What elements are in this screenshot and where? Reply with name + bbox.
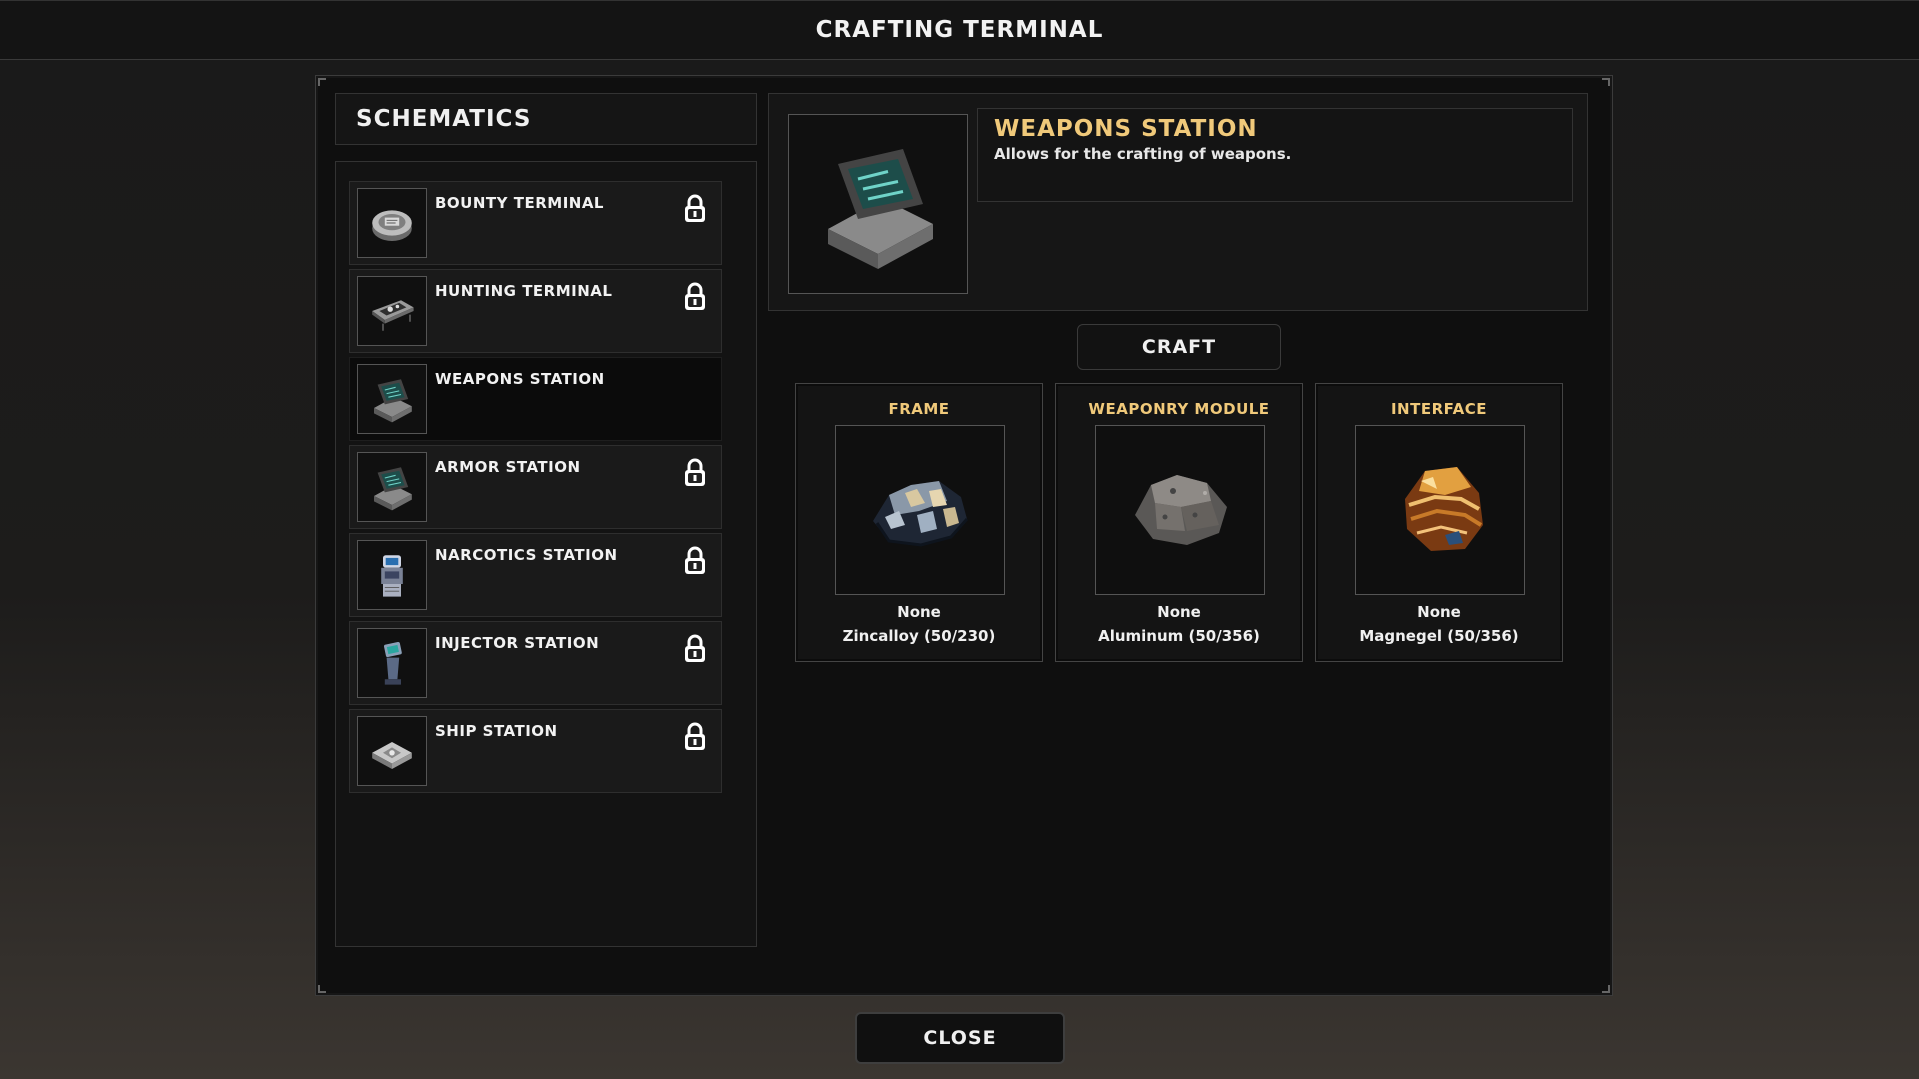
slot-material: Zincalloy (50/230) <box>842 627 996 645</box>
slot-title: WEAPONRY MODULE <box>1088 400 1270 418</box>
schematic-label: WEAPONS STATION <box>435 370 605 388</box>
schematic-item-hunting-terminal[interactable]: HUNTING TERMINAL <box>349 269 722 353</box>
schematic-label: BOUNTY TERMINAL <box>435 194 604 212</box>
weapons-station-icon <box>788 114 968 294</box>
window-title: CRAFTING TERMINAL <box>815 17 1104 43</box>
schematic-item-narcotics-station[interactable]: NARCOTICS STATION <box>349 533 722 617</box>
corner-decoration <box>1602 78 1610 86</box>
lock-icon <box>683 194 707 224</box>
magnegel-ore-icon[interactable] <box>1355 425 1525 595</box>
craft-button-label: CRAFT <box>1141 336 1217 358</box>
schematic-label: SHIP STATION <box>435 722 558 740</box>
zincalloy-ore-icon[interactable] <box>835 425 1005 595</box>
close-button[interactable]: CLOSE <box>855 1012 1065 1064</box>
lock-icon <box>683 458 707 488</box>
schematic-item-armor-station[interactable]: ARMOR STATION <box>349 445 722 529</box>
close-button-label: CLOSE <box>923 1027 997 1049</box>
slot-title: INTERFACE <box>1390 400 1488 418</box>
slot-selected-value: None <box>897 603 941 621</box>
corner-decoration <box>318 985 326 993</box>
schematic-description: Allows for the crafting of weapons. <box>994 145 1292 163</box>
narcotics-station-icon <box>357 540 427 610</box>
schematic-item-weapons-station[interactable]: WEAPONS STATION <box>349 357 722 441</box>
schematic-name: WEAPONS STATION <box>994 116 1258 142</box>
slot-title: FRAME <box>888 400 950 418</box>
hunting-terminal-icon <box>357 276 427 346</box>
ingredient-slot-weaponry-module[interactable]: WEAPONRY MODULE None Aluminum (50/356) <box>1055 383 1303 662</box>
aluminum-ore-icon[interactable] <box>1095 425 1265 595</box>
armor-station-icon <box>357 452 427 522</box>
schematic-label: ARMOR STATION <box>435 458 581 476</box>
schematic-item-injector-station[interactable]: INJECTOR STATION <box>349 621 722 705</box>
lock-icon <box>683 722 707 752</box>
title-bar: CRAFTING TERMINAL <box>0 0 1919 60</box>
schematic-item-ship-station[interactable]: SHIP STATION <box>349 709 722 793</box>
ingredient-slot-interface[interactable]: INTERFACE None Magnegel (50/356) <box>1315 383 1563 662</box>
schematics-title: SCHEMATICS <box>356 106 532 132</box>
schematic-label: HUNTING TERMINAL <box>435 282 613 300</box>
crafting-panel: SCHEMATICS BOUNTY TERMINAL HUNTING TERMI… <box>315 75 1613 996</box>
ship-station-icon <box>357 716 427 786</box>
schematic-label: INJECTOR STATION <box>435 634 600 652</box>
bounty-terminal-icon <box>357 188 427 258</box>
corner-decoration <box>318 78 326 86</box>
corner-decoration <box>1602 985 1610 993</box>
injector-station-icon <box>357 628 427 698</box>
slot-material: Aluminum (50/356) <box>1098 627 1260 645</box>
lock-icon <box>683 634 707 664</box>
slot-selected-value: None <box>1157 603 1201 621</box>
lock-icon <box>683 546 707 576</box>
schematic-item-bounty-terminal[interactable]: BOUNTY TERMINAL <box>349 181 722 265</box>
schematics-header: SCHEMATICS <box>335 93 757 145</box>
schematic-label: NARCOTICS STATION <box>435 546 618 564</box>
slot-material: Magnegel (50/356) <box>1359 627 1519 645</box>
craft-button[interactable]: CRAFT <box>1077 324 1281 370</box>
schematic-detail-panel: WEAPONS STATION Allows for the crafting … <box>768 93 1588 311</box>
schematics-list[interactable]: BOUNTY TERMINAL HUNTING TERMINAL WEAPONS… <box>335 161 757 947</box>
weapons-station-icon <box>357 364 427 434</box>
slot-selected-value: None <box>1417 603 1461 621</box>
schematic-info: WEAPONS STATION Allows for the crafting … <box>977 108 1573 202</box>
ingredient-slot-frame[interactable]: FRAME None Zincalloy (50/230) <box>795 383 1043 662</box>
lock-icon <box>683 282 707 312</box>
